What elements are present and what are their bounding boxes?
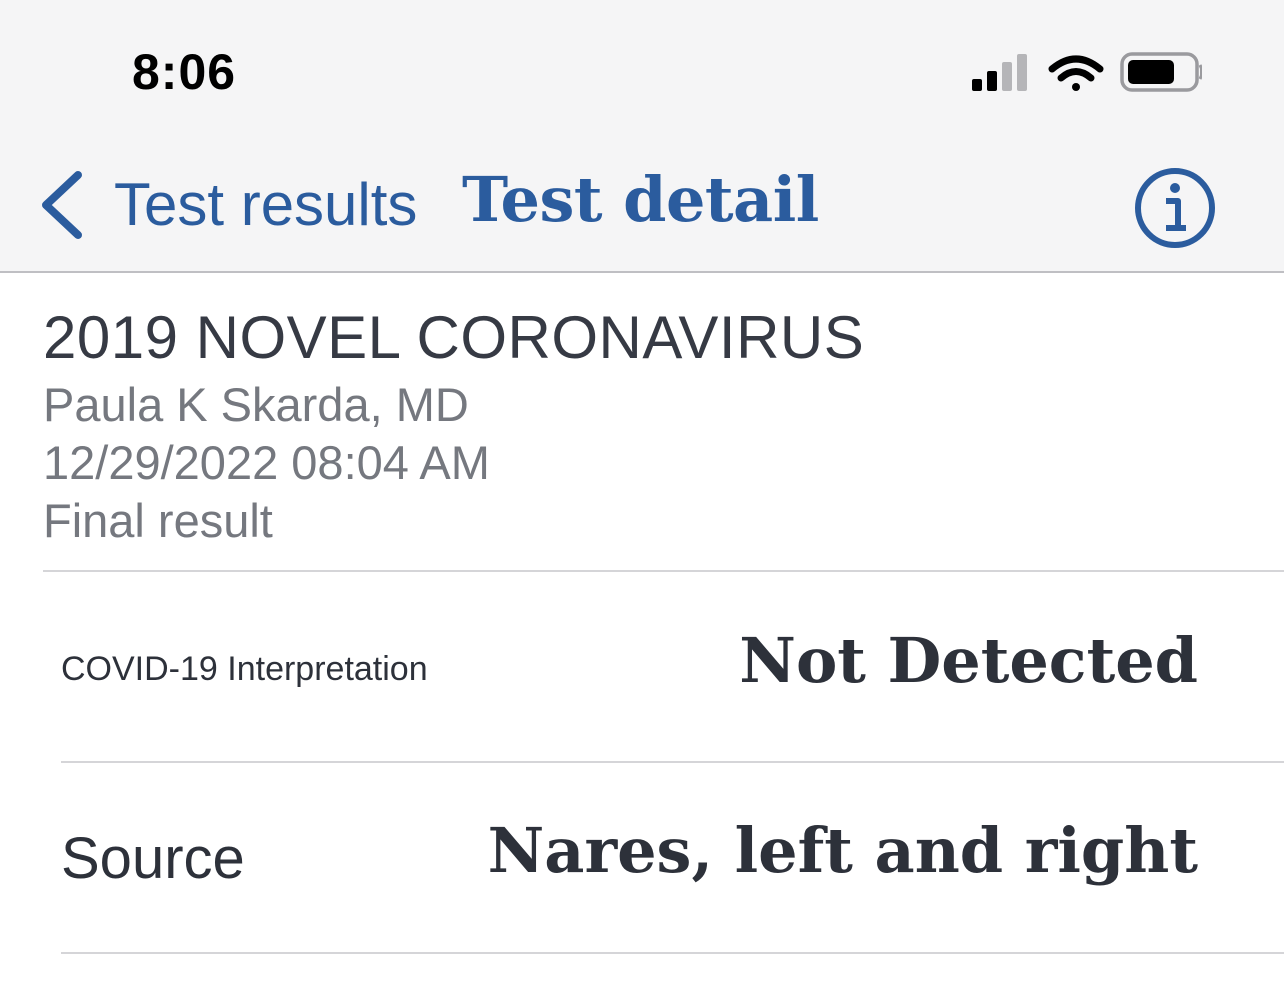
back-button[interactable]: Test results	[36, 160, 417, 250]
status-icons	[972, 52, 1202, 92]
wifi-icon	[1048, 55, 1104, 91]
test-name: 2019 NOVEL CORONAVIRUS	[43, 304, 865, 371]
result-status: Final result	[43, 494, 273, 547]
chevron-left-icon	[42, 171, 82, 239]
navigation-header: 8:06 Test results Test detail	[0, 0, 1284, 273]
cellular-signal-icon	[972, 54, 1027, 91]
row-divider	[61, 952, 1284, 954]
battery-icon	[1120, 52, 1202, 92]
result-label: Source	[61, 826, 245, 891]
result-datetime: 12/29/2022 08:04 AM	[43, 436, 490, 489]
ordering-provider: Paula K Skarda, MD	[43, 378, 469, 431]
back-button-label: Test results	[114, 171, 418, 238]
header-divider	[43, 570, 1284, 572]
page-title: Test detail	[462, 163, 819, 236]
result-label: COVID-19 Interpretation	[61, 650, 428, 688]
status-time: 8:06	[132, 44, 237, 100]
result-value: Not Detected	[739, 624, 1198, 697]
result-value: Nares, left and right	[487, 814, 1198, 887]
info-icon[interactable]	[1133, 166, 1217, 250]
test-header: 2019 NOVEL CORONAVIRUS Paula K Skarda, M…	[43, 300, 1263, 550]
row-divider	[61, 761, 1284, 763]
